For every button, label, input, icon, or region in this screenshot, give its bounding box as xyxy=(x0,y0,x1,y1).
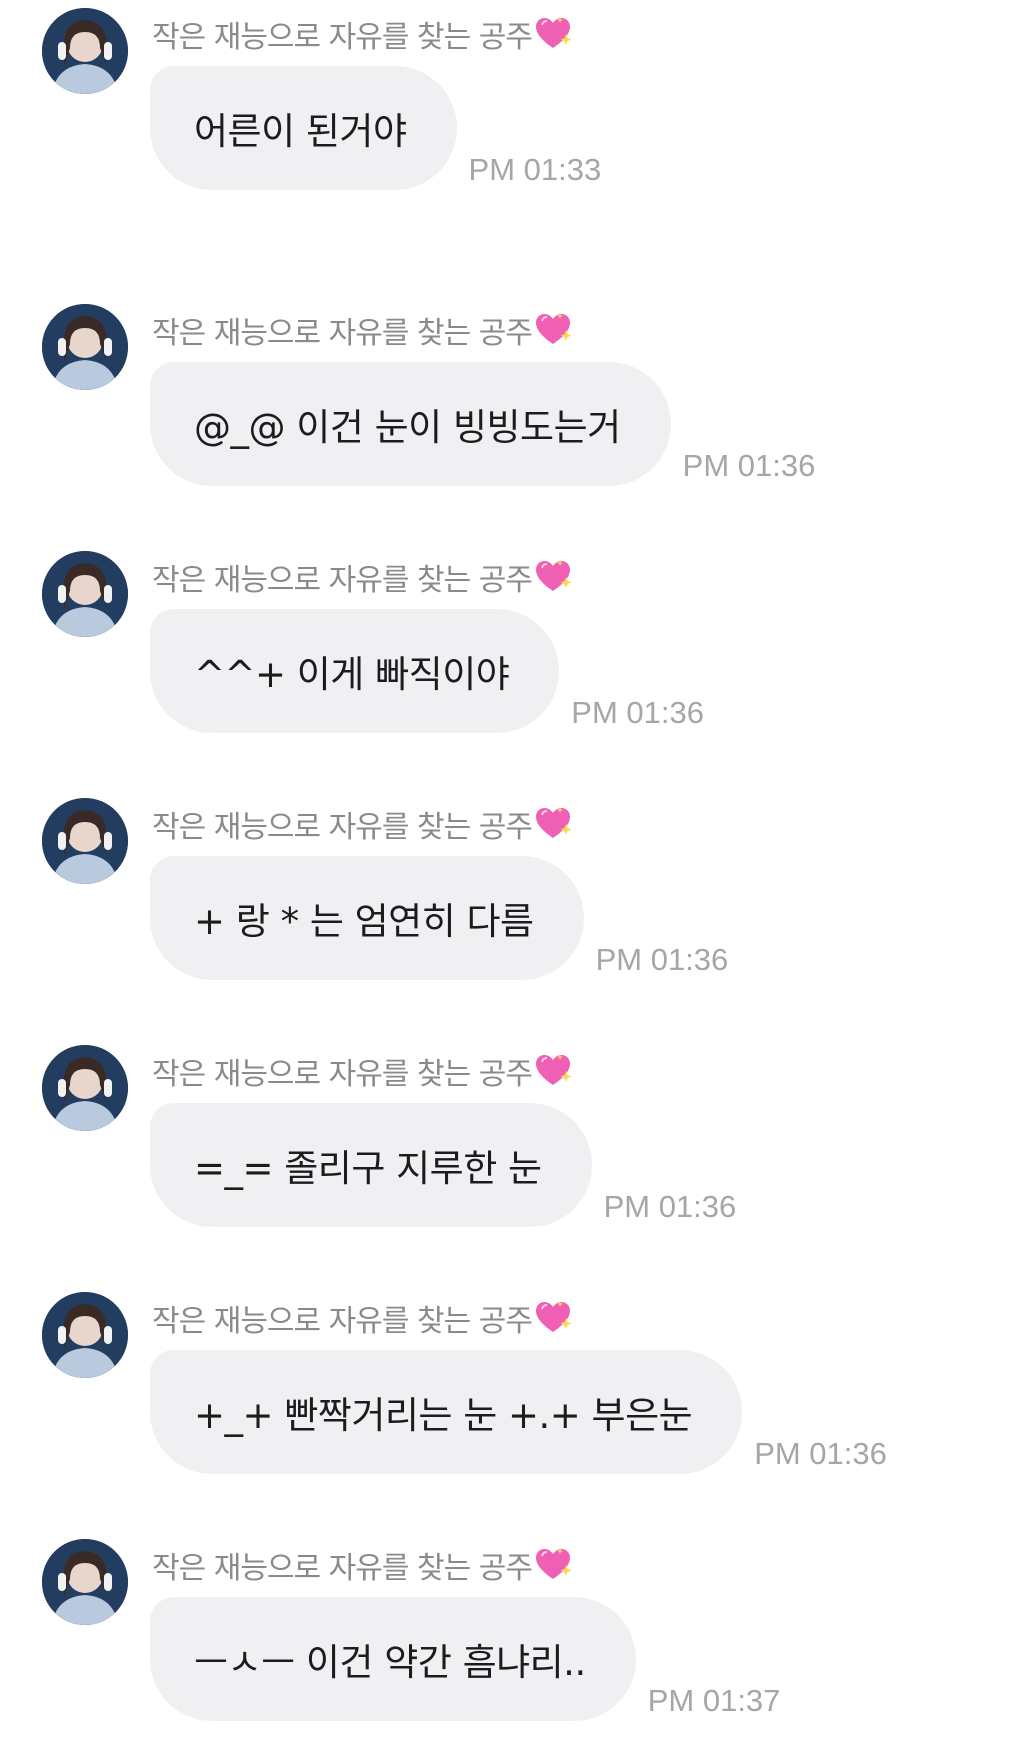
message-timestamp: PM 01:33 xyxy=(468,152,602,187)
sender-label: 작은 재능으로 자유를 찾는 공주 xyxy=(152,308,573,352)
message-bubble[interactable]: 어른이 된거야 xyxy=(150,66,457,190)
sparkling-heart-icon xyxy=(533,14,573,54)
message-timestamp: PM 01:36 xyxy=(603,1189,737,1224)
message-timestamp: PM 01:36 xyxy=(754,1436,887,1471)
message-bubble[interactable]: + 랑 * 는 엄연히 다름 xyxy=(150,856,584,980)
message-bubble[interactable]: =_= 졸리구 지루한 눈 xyxy=(150,1103,592,1227)
sparkling-heart-icon xyxy=(533,310,573,350)
sparkling-heart-icon xyxy=(533,1051,573,1091)
message-bubble[interactable]: +_+ 빤짝거리는 눈 +.+ 부은눈 xyxy=(150,1350,743,1474)
avatar[interactable] xyxy=(42,8,128,94)
chat-message: 작은 재능으로 자유를 찾는 공주 + 랑 * 는 엄연히 다름 PM 01:3… xyxy=(0,790,1024,980)
avatar[interactable] xyxy=(42,1292,128,1378)
message-timestamp: PM 01:36 xyxy=(595,942,729,977)
sender-name: 작은 재능으로 자유를 찾는 공주 xyxy=(152,810,533,845)
sender-label: 작은 재능으로 자유를 찾는 공주 xyxy=(152,802,573,846)
avatar[interactable] xyxy=(42,304,128,390)
sender-label: 작은 재능으로 자유를 찾는 공주 xyxy=(152,1543,573,1587)
sparkling-heart-icon xyxy=(533,557,573,597)
chat-message: 작은 재능으로 자유를 찾는 공주 ㅡㅅㅡ 이건 약간 흠냐리.. PM 01:… xyxy=(0,1531,1024,1721)
bubble-row: ^^+ 이게 빠직이야 PM 01:36 xyxy=(150,609,704,733)
bubble-row: 어른이 된거야 PM 01:33 xyxy=(150,66,601,190)
sender-label: 작은 재능으로 자유를 찾는 공주 xyxy=(152,1296,573,1340)
sender-name: 작은 재능으로 자유를 찾는 공주 xyxy=(152,563,533,598)
bubble-row: +_+ 빤짝거리는 눈 +.+ 부은눈 PM 01:36 xyxy=(150,1350,887,1474)
chat-message: 작은 재능으로 자유를 찾는 공주 @_@ 이건 눈이 빙빙도는거 PM 01:… xyxy=(0,296,1024,486)
message-bubble[interactable]: ㅡㅅㅡ 이건 약간 흠냐리.. xyxy=(150,1597,636,1721)
chat-message: 작은 재능으로 자유를 찾는 공주 ^^+ 이게 빠직이야 PM 01:36 xyxy=(0,543,1024,733)
sender-name: 작은 재능으로 자유를 찾는 공주 xyxy=(152,1551,533,1586)
bubble-row: + 랑 * 는 엄연히 다름 PM 01:36 xyxy=(150,856,728,980)
sparkling-heart-icon xyxy=(533,804,573,844)
sender-name: 작은 재능으로 자유를 찾는 공주 xyxy=(152,316,533,351)
message-timestamp: PM 01:36 xyxy=(571,695,704,730)
chat-message: 작은 재능으로 자유를 찾는 공주 어른이 된거야 PM 01:33 xyxy=(0,0,1024,190)
sender-label: 작은 재능으로 자유를 찾는 공주 xyxy=(152,12,573,56)
message-timestamp: PM 01:36 xyxy=(682,448,816,483)
sparkling-heart-icon xyxy=(533,1298,573,1338)
bubble-row: =_= 졸리구 지루한 눈 PM 01:36 xyxy=(150,1103,736,1227)
message-bubble[interactable]: ^^+ 이게 빠직이야 xyxy=(150,609,560,733)
chat-message: 작은 재능으로 자유를 찾는 공주 =_= 졸리구 지루한 눈 PM 01:36 xyxy=(0,1037,1024,1227)
bubble-row: @_@ 이건 눈이 빙빙도는거 PM 01:36 xyxy=(150,362,815,486)
sender-name: 작은 재능으로 자유를 찾는 공주 xyxy=(152,1057,533,1092)
sender-name: 작은 재능으로 자유를 찾는 공주 xyxy=(152,1304,533,1339)
avatar[interactable] xyxy=(42,798,128,884)
sparkling-heart-icon xyxy=(533,1545,573,1585)
sender-label: 작은 재능으로 자유를 찾는 공주 xyxy=(152,1049,573,1093)
avatar[interactable] xyxy=(42,1045,128,1131)
sender-label: 작은 재능으로 자유를 찾는 공주 xyxy=(152,555,573,599)
avatar[interactable] xyxy=(42,551,128,637)
avatar[interactable] xyxy=(42,1539,128,1625)
message-timestamp: PM 01:37 xyxy=(647,1683,781,1718)
chat-thread: 작은 재능으로 자유를 찾는 공주 어른이 된거야 PM 01:33 작은 재능… xyxy=(0,0,1024,1753)
chat-message: 작은 재능으로 자유를 찾는 공주 +_+ 빤짝거리는 눈 +.+ 부은눈 PM… xyxy=(0,1284,1024,1474)
sender-name: 작은 재능으로 자유를 찾는 공주 xyxy=(152,20,533,55)
bubble-row: ㅡㅅㅡ 이건 약간 흠냐리.. PM 01:37 xyxy=(150,1597,780,1721)
message-bubble[interactable]: @_@ 이건 눈이 빙빙도는거 xyxy=(150,362,671,486)
